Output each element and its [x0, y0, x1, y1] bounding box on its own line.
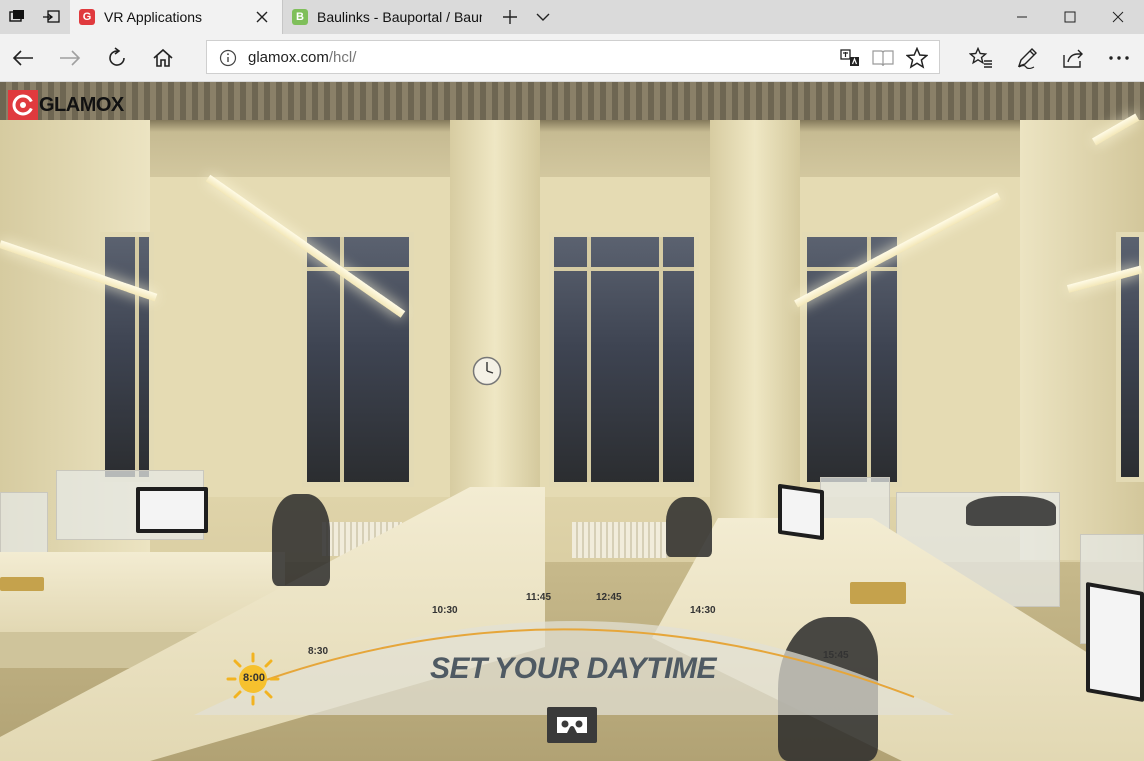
vr-headset-icon — [557, 717, 587, 733]
wall-clock-icon — [472, 356, 502, 386]
favorite-button[interactable] — [904, 45, 930, 71]
set-aside-tabs-icon — [43, 10, 60, 23]
arrow-right-icon — [60, 50, 81, 66]
browser-toolbar: glamox.com/hcl/ — [0, 34, 1144, 82]
translate-icon — [840, 49, 859, 66]
selected-time-label: 8:00 — [242, 672, 266, 684]
star-icon — [906, 47, 928, 69]
refresh-button[interactable] — [99, 40, 135, 76]
info-icon[interactable] — [219, 49, 237, 67]
time-marker[interactable]: 14:30 — [690, 605, 716, 616]
office-chair — [272, 494, 330, 586]
translate-button[interactable] — [837, 45, 863, 71]
close-window-button[interactable] — [1094, 0, 1142, 34]
tab-baulinks[interactable]: B Baulinks - Bauportal / Baum — [282, 0, 492, 34]
more-icon — [1109, 56, 1129, 60]
chevron-down-icon — [536, 13, 550, 21]
time-marker[interactable]: 10:30 — [432, 605, 458, 616]
favorites-hub-button[interactable] — [963, 40, 999, 76]
set-aside-tabs-button[interactable] — [34, 0, 68, 34]
address-bar[interactable]: glamox.com/hcl/ — [206, 40, 940, 74]
ceiling-shadow — [0, 120, 1144, 132]
time-marker[interactable]: 15:45 — [823, 650, 849, 661]
forward-button[interactable] — [52, 40, 88, 76]
tab-title: Baulinks - Bauportal / Baum — [317, 9, 482, 25]
close-icon — [1112, 11, 1124, 23]
glamox-logo-icon — [8, 90, 38, 120]
maximize-button[interactable] — [1046, 0, 1094, 34]
tab-preview-button[interactable] — [0, 0, 34, 34]
pen-icon — [1017, 48, 1037, 69]
baulinks-favicon-icon: B — [292, 9, 308, 25]
home-button[interactable] — [145, 40, 181, 76]
minimize-icon — [1017, 16, 1027, 18]
window — [302, 232, 414, 487]
reading-view-button[interactable] — [870, 45, 896, 71]
logo-text: GLAMOX — [39, 93, 124, 116]
monitor — [778, 483, 824, 541]
radiator — [572, 522, 668, 558]
url-path: /hcl/ — [328, 49, 357, 66]
share-button[interactable] — [1055, 40, 1091, 76]
refresh-icon — [109, 47, 125, 66]
plus-icon — [503, 10, 517, 24]
reading-view-icon — [872, 50, 894, 67]
window — [100, 232, 154, 482]
time-marker[interactable]: 12:45 — [596, 592, 622, 603]
tab-list-button[interactable] — [528, 0, 558, 34]
time-marker[interactable]: 11:45 — [526, 592, 551, 603]
vr-mode-button[interactable] — [547, 707, 597, 743]
arrow-left-icon — [12, 50, 33, 66]
office-chair — [666, 497, 712, 557]
glamox-favicon-icon: G — [79, 9, 95, 25]
url-text[interactable]: glamox.com/hcl/ — [248, 49, 356, 66]
vr-panorama-viewport[interactable]: GLAMOX 8:30 10:30 11:45 12:45 14:30 15:4… — [0, 82, 1144, 761]
new-tab-button[interactable] — [495, 0, 525, 34]
tab-preview-icon — [9, 10, 24, 22]
maximize-icon — [1064, 11, 1076, 23]
web-note-button[interactable] — [1009, 40, 1045, 76]
time-marker[interactable]: 8:30 — [308, 646, 328, 657]
monitor — [136, 487, 208, 533]
url-host: glamox.com — [248, 49, 329, 66]
window — [549, 232, 699, 487]
tab-title: VR Applications — [104, 9, 203, 25]
more-actions-button[interactable] — [1101, 40, 1137, 76]
monitor — [1086, 581, 1144, 703]
glamox-logo[interactable]: GLAMOX — [8, 90, 124, 120]
tab-vr-applications[interactable]: G VR Applications — [70, 0, 282, 34]
set-daytime-heading: SET YOUR DAYTIME — [430, 652, 716, 685]
favorites-list-icon — [969, 47, 992, 68]
close-tab-icon[interactable] — [254, 9, 270, 25]
share-icon — [1063, 49, 1083, 68]
tab-strip: G VR Applications B Baulinks - Bauportal… — [0, 0, 1144, 34]
back-button[interactable] — [5, 40, 41, 76]
minimize-button[interactable] — [998, 0, 1046, 34]
ceiling — [0, 82, 1144, 120]
book-stack — [0, 577, 44, 591]
office-chair — [966, 496, 1056, 526]
home-icon — [153, 48, 173, 67]
